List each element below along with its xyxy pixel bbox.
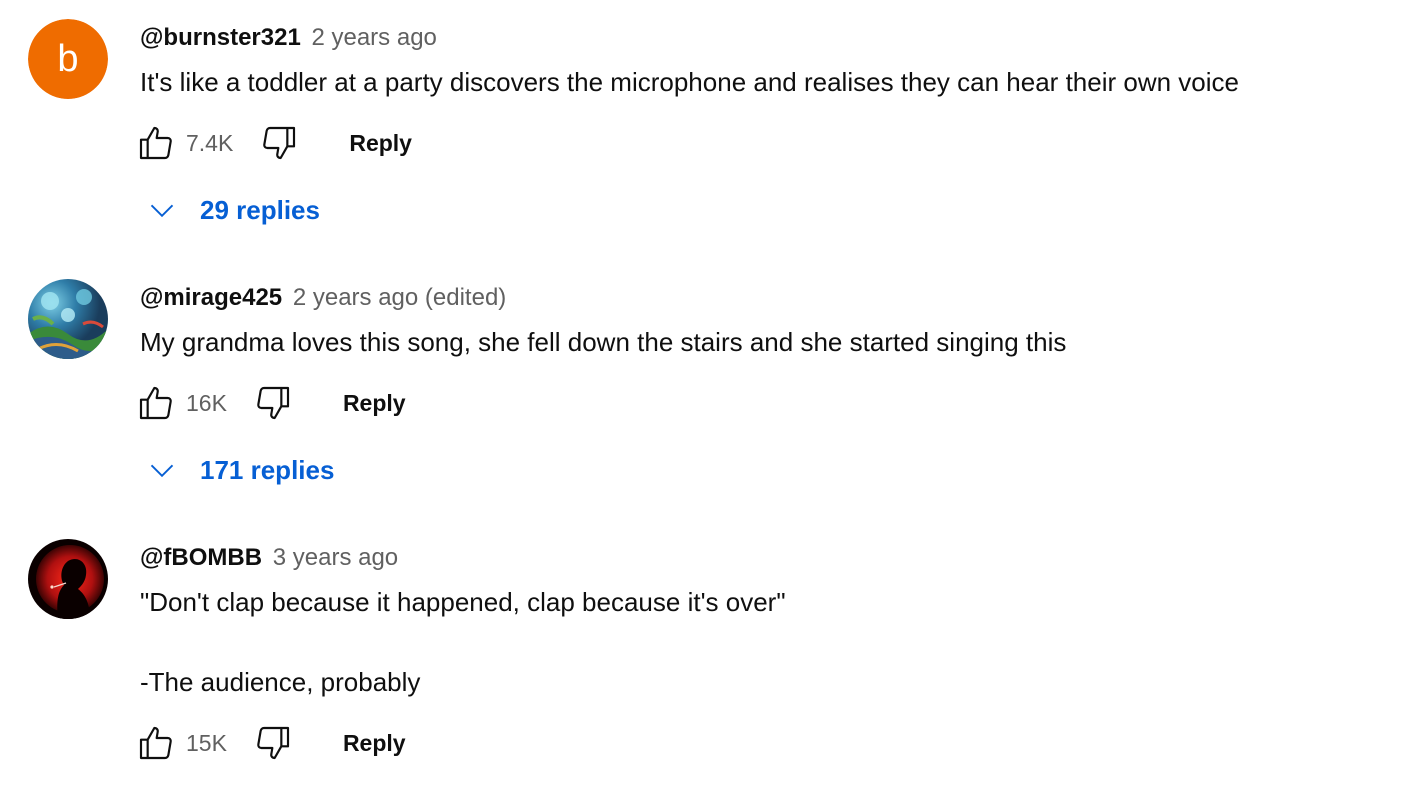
painting-avatar-icon	[28, 279, 108, 359]
comment-author[interactable]: @mirage425	[140, 284, 282, 311]
like-button[interactable]	[136, 123, 176, 163]
comment-actions: 16K Reply	[136, 381, 406, 425]
comment-author[interactable]: @fBOMBB	[140, 544, 262, 571]
comment-timestamp[interactable]: 2 years ago (edited)	[293, 284, 506, 311]
replies-count-label: 29 replies	[200, 194, 320, 225]
comment-author[interactable]: @burnster321	[140, 24, 301, 51]
comment-actions: 7.4K Reply	[136, 121, 412, 165]
comment-text: "Don't clap because it happened, clap be…	[140, 587, 786, 697]
reply-button[interactable]: Reply	[343, 730, 406, 757]
chevron-down-icon	[140, 448, 184, 492]
comment-timestamp[interactable]: 2 years ago	[311, 24, 436, 51]
thumbs-up-icon	[139, 726, 172, 760]
avatar[interactable]	[28, 279, 108, 359]
comment-text: My grandma loves this song, she fell dow…	[140, 327, 1067, 357]
comment-header: @fBOMBB 3 years ago	[140, 543, 398, 573]
replies-count-label: 171 replies	[200, 454, 335, 485]
comment-header: @burnster321 2 years ago	[140, 23, 437, 53]
view-replies-button[interactable]: 29 replies	[140, 188, 320, 232]
comment-timestamp[interactable]: 3 years ago	[273, 544, 398, 571]
red-silhouette-avatar-icon	[28, 539, 108, 619]
comment-text: It's like a toddler at a party discovers…	[140, 67, 1239, 97]
dislike-button[interactable]	[253, 383, 293, 423]
avatar-letter: b	[28, 19, 108, 99]
thumbs-down-icon	[257, 386, 290, 420]
like-button[interactable]	[136, 383, 176, 423]
avatar[interactable]	[28, 539, 108, 619]
like-count: 15K	[186, 729, 227, 756]
comment-header: @mirage425 2 years ago (edited)	[140, 283, 506, 313]
avatar[interactable]: b	[28, 19, 108, 99]
comment-actions: 15K Reply	[136, 721, 406, 765]
thumbs-up-icon	[139, 386, 172, 420]
dislike-button[interactable]	[259, 123, 299, 163]
thumbs-down-icon	[257, 726, 290, 760]
thumbs-down-icon	[263, 126, 296, 160]
like-count: 7.4K	[186, 129, 234, 156]
thumbs-up-icon	[139, 126, 172, 160]
reply-button[interactable]: Reply	[349, 130, 412, 157]
dislike-button[interactable]	[253, 723, 293, 763]
view-replies-button[interactable]: 171 replies	[140, 448, 334, 492]
like-count: 16K	[186, 389, 227, 416]
reply-button[interactable]: Reply	[343, 390, 406, 417]
like-button[interactable]	[136, 723, 176, 763]
chevron-down-icon	[140, 188, 184, 232]
